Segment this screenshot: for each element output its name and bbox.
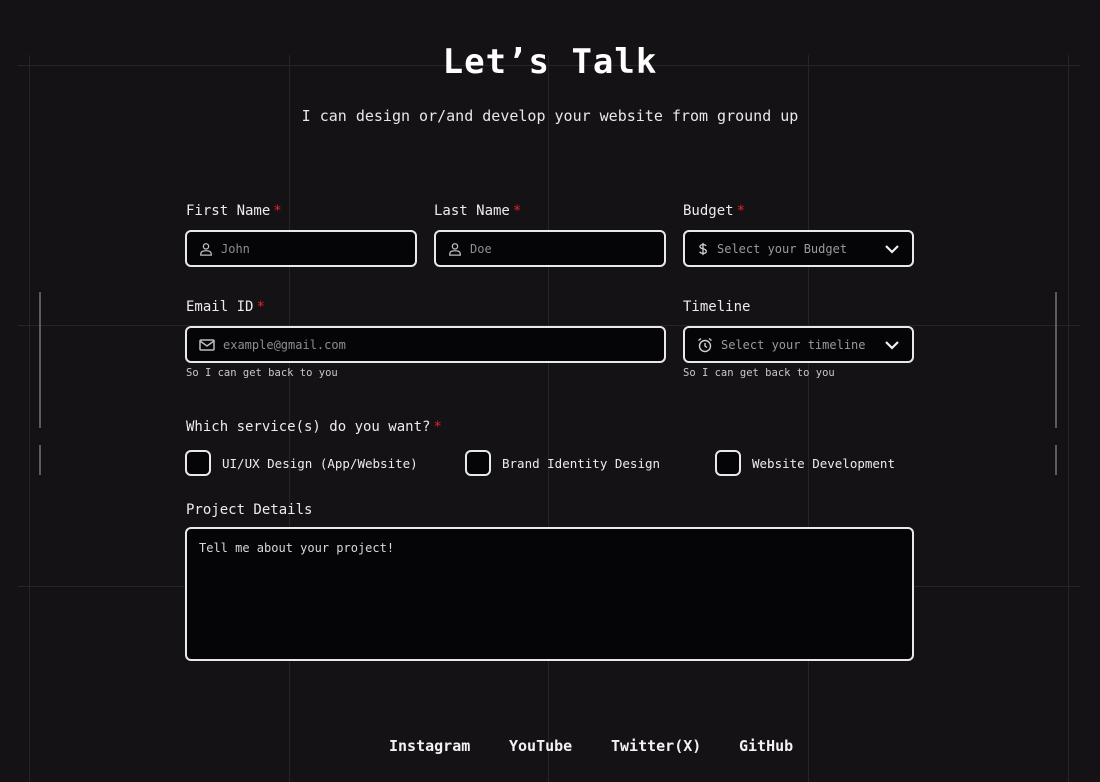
edge-marker <box>1055 445 1057 475</box>
first-name-label: First Name * <box>186 203 282 219</box>
timeline-placeholder: Select your timeline <box>721 337 866 352</box>
required-marker: * <box>273 203 282 219</box>
project-details-textarea[interactable] <box>199 541 900 647</box>
chevron-down-icon <box>885 340 899 350</box>
first-name-field[interactable] <box>185 230 417 267</box>
services-label: Which service(s) do you want? * <box>186 419 442 435</box>
service-option-uiux[interactable]: UI/UX Design (App/Website) <box>185 450 418 476</box>
checkbox[interactable] <box>715 450 741 476</box>
required-marker: * <box>256 299 265 315</box>
service-option-label: UI/UX Design (App/Website) <box>222 455 418 471</box>
edge-marker <box>1055 292 1057 428</box>
required-marker: * <box>512 203 522 219</box>
budget-placeholder: Select your Budget <box>717 241 848 256</box>
user-icon <box>449 242 461 256</box>
email-field[interactable] <box>185 326 666 363</box>
budget-select[interactable]: Select your Budget <box>683 230 914 267</box>
twitter-link[interactable]: Twitter(X) <box>611 737 701 755</box>
last-name-input[interactable] <box>470 241 652 256</box>
required-marker: * <box>433 419 442 435</box>
email-label: Email ID * <box>186 299 265 315</box>
page-title: Let’s Talk <box>442 42 658 82</box>
project-details-field[interactable] <box>185 527 914 661</box>
alarm-clock-icon <box>698 337 712 352</box>
github-link[interactable]: GitHub <box>739 737 793 755</box>
timeline-select[interactable]: Select your timeline <box>683 326 914 363</box>
checkbox[interactable] <box>185 450 211 476</box>
project-details-label: Project Details <box>186 502 313 518</box>
chevron-down-icon <box>885 244 899 254</box>
user-icon <box>200 242 212 256</box>
service-option-label: Website Development <box>752 455 895 471</box>
page-subtitle: I can design or/and develop your website… <box>301 107 799 125</box>
youtube-link[interactable]: YouTube <box>509 737 572 755</box>
edge-marker <box>39 445 41 475</box>
service-option-label: Brand Identity Design <box>502 455 661 471</box>
budget-label: Budget * <box>683 203 746 219</box>
checkbox[interactable] <box>465 450 491 476</box>
service-option-brand-identity[interactable]: Brand Identity Design <box>465 450 660 476</box>
grid-line <box>808 55 809 782</box>
email-hint: So I can get back to you <box>186 367 338 379</box>
dollar-icon <box>699 242 707 255</box>
edge-marker <box>39 292 41 428</box>
grid-line <box>1068 55 1069 782</box>
first-name-input[interactable] <box>221 241 403 256</box>
required-marker: * <box>736 203 746 219</box>
email-input[interactable] <box>223 337 652 352</box>
last-name-label: Last Name * <box>434 203 522 219</box>
timeline-hint: So I can get back to you <box>683 367 835 379</box>
service-option-web-dev[interactable]: Website Development <box>715 450 895 476</box>
timeline-label: Timeline <box>683 299 751 315</box>
mail-icon <box>199 338 215 351</box>
grid-line <box>29 55 30 782</box>
instagram-link[interactable]: Instagram <box>389 737 470 755</box>
grid-line <box>548 55 549 782</box>
last-name-field[interactable] <box>434 230 666 267</box>
